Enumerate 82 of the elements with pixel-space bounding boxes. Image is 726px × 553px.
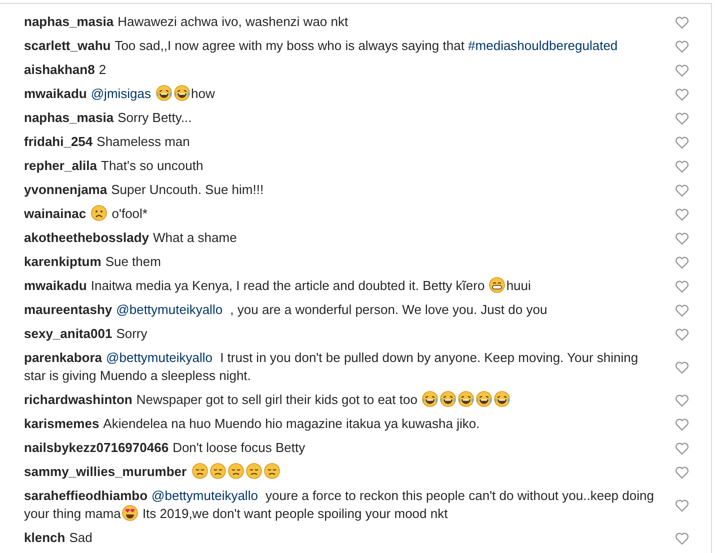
username[interactable]: klench <box>24 530 66 545</box>
comment-text: parenkabora @bettymuteikyallo I trust in you don't be pulled down by anyone. Keep moving. Your shining star is giving Muendo a sleepless night. <box>24 349 640 385</box>
username[interactable]: richardwashinton <box>24 392 132 407</box>
username[interactable]: yvonnenjama <box>24 182 108 197</box>
heart-icon[interactable] <box>675 64 689 76</box>
username[interactable]: maureentashy <box>24 302 112 317</box>
username[interactable]: scarlett_wahu <box>24 38 111 53</box>
username[interactable]: sexy_anita001 <box>24 326 112 341</box>
comment-text: naphas_masia Sorry Betty... <box>24 109 193 127</box>
heart-icon[interactable] <box>675 466 689 478</box>
heart-icon[interactable] <box>675 16 689 28</box>
comment-text: karismemes Akiendelea na huo Muendo hio magazine itakua ya kuwasha jiko. <box>24 415 481 433</box>
heart-icon[interactable] <box>675 498 689 512</box>
laughing-emoji-icon <box>422 391 438 407</box>
heart-icon[interactable] <box>675 280 689 292</box>
comment-text: karenkiptum Sue them <box>24 253 162 271</box>
heart-icon[interactable] <box>675 360 689 374</box>
comment-text: akotheethebosslady What a shame <box>24 229 238 247</box>
username[interactable]: mwaikadu <box>24 86 87 101</box>
frowning-emoji-icon <box>91 205 108 221</box>
comment-text: fridahi_254 Shameless man <box>24 133 191 151</box>
sad-emoji-icon <box>228 463 244 479</box>
link[interactable]: @bettymuteikyallo <box>152 488 258 503</box>
laughing-emoji-icon <box>440 391 456 407</box>
heart-icon[interactable] <box>675 418 689 430</box>
username[interactable]: repher_alila <box>24 158 97 173</box>
sad-emoji-icon <box>192 463 208 479</box>
heart-icon[interactable] <box>675 40 689 52</box>
username[interactable]: wainainac <box>24 206 86 221</box>
heart-icon[interactable] <box>675 160 689 172</box>
comment-text: nailsbykezz0716970466 Don't loose focus Betty <box>24 439 306 457</box>
link[interactable]: @bettymuteikyallo <box>116 302 223 317</box>
sad-emoji-icon <box>210 463 226 479</box>
heart-icon[interactable] <box>675 88 689 100</box>
heart-icon[interactable] <box>675 112 689 124</box>
sad-emoji-icon <box>246 463 262 479</box>
comment-text: repher_alila That's so uncouth <box>24 157 204 175</box>
heart-icon[interactable] <box>675 328 689 340</box>
laughing-emoji-icon <box>494 391 510 407</box>
comment-text: saraheffieodhiambo @bettymuteikyallo youre a force to reckon this people can't do without you..keep doing your thing mama Its 2019,we don't want people spoiling your mood nkt <box>24 487 655 523</box>
username[interactable]: sammy_willies_murumber <box>24 464 187 479</box>
comment-text: mwaikadu Inaitwa media ya Kenya, I read the article and doubted it. Betty kĩero huui <box>24 277 532 295</box>
username[interactable]: akotheethebosslady <box>24 230 149 245</box>
laughing-emoji-icon <box>476 391 492 407</box>
heart-icon[interactable] <box>675 232 689 244</box>
username[interactable]: saraheffieodhiambo <box>24 488 148 503</box>
heart-icon[interactable] <box>675 394 689 406</box>
heart-icon[interactable] <box>675 256 689 268</box>
sad-emoji-icon <box>264 463 280 479</box>
heart-eyes-emoji-icon <box>122 505 138 521</box>
heart-icon[interactable] <box>675 136 689 148</box>
heart-icon[interactable] <box>675 442 689 454</box>
heart-icon[interactable] <box>675 184 689 196</box>
heart-icon[interactable] <box>675 304 689 316</box>
comment-text: mwaikadu @jmisigas how <box>24 85 216 103</box>
laughing-emoji-icon <box>174 85 190 101</box>
comment-text: maureentashy @bettymuteikyallo , you are a wonderful person. We love you. Just do you <box>24 301 548 319</box>
username[interactable]: naphas_masia <box>24 110 114 125</box>
username[interactable]: karismemes <box>24 416 100 431</box>
username[interactable]: nailsbykezz0716970466 <box>24 440 169 455</box>
grinning-emoji-icon <box>489 277 506 293</box>
username[interactable]: fridahi_254 <box>24 134 93 149</box>
link[interactable]: #mediashouldberegulated <box>468 38 618 53</box>
username[interactable]: aishakhan8 <box>24 62 95 77</box>
username[interactable]: parenkabora <box>24 350 102 365</box>
username[interactable]: mwaikadu <box>24 278 87 293</box>
heart-icon[interactable] <box>675 532 689 544</box>
link[interactable]: @bettymuteikyallo <box>106 350 212 365</box>
comment-text: naphas_masia Hawawezi achwa ivo, washenzi wao nkt <box>24 13 350 31</box>
comment-text: scarlett_wahu Too sad,,I now agree with my boss who is always saying that #mediashouldberegulated <box>24 37 619 55</box>
comment-text: klench Sad <box>24 529 94 547</box>
username[interactable]: naphas_masia <box>24 14 114 29</box>
username[interactable]: karenkiptum <box>24 254 102 269</box>
link[interactable]: @jmisigas <box>90 86 152 101</box>
laughing-emoji-icon <box>458 391 474 407</box>
heart-icon[interactable] <box>675 208 689 220</box>
comment-text: yvonnenjama Super Uncouth. Sue him!!! <box>24 181 265 199</box>
laughing-emoji-icon <box>156 85 172 101</box>
comment-text: richardwashinton Newspaper got to sell girl their kids got to eat too <box>24 391 675 409</box>
comment-text: aishakhan8 2 <box>24 61 108 79</box>
comment-text: wainainac o'fool* <box>24 205 148 223</box>
comment-text: sexy_anita001 Sorry <box>24 325 148 343</box>
